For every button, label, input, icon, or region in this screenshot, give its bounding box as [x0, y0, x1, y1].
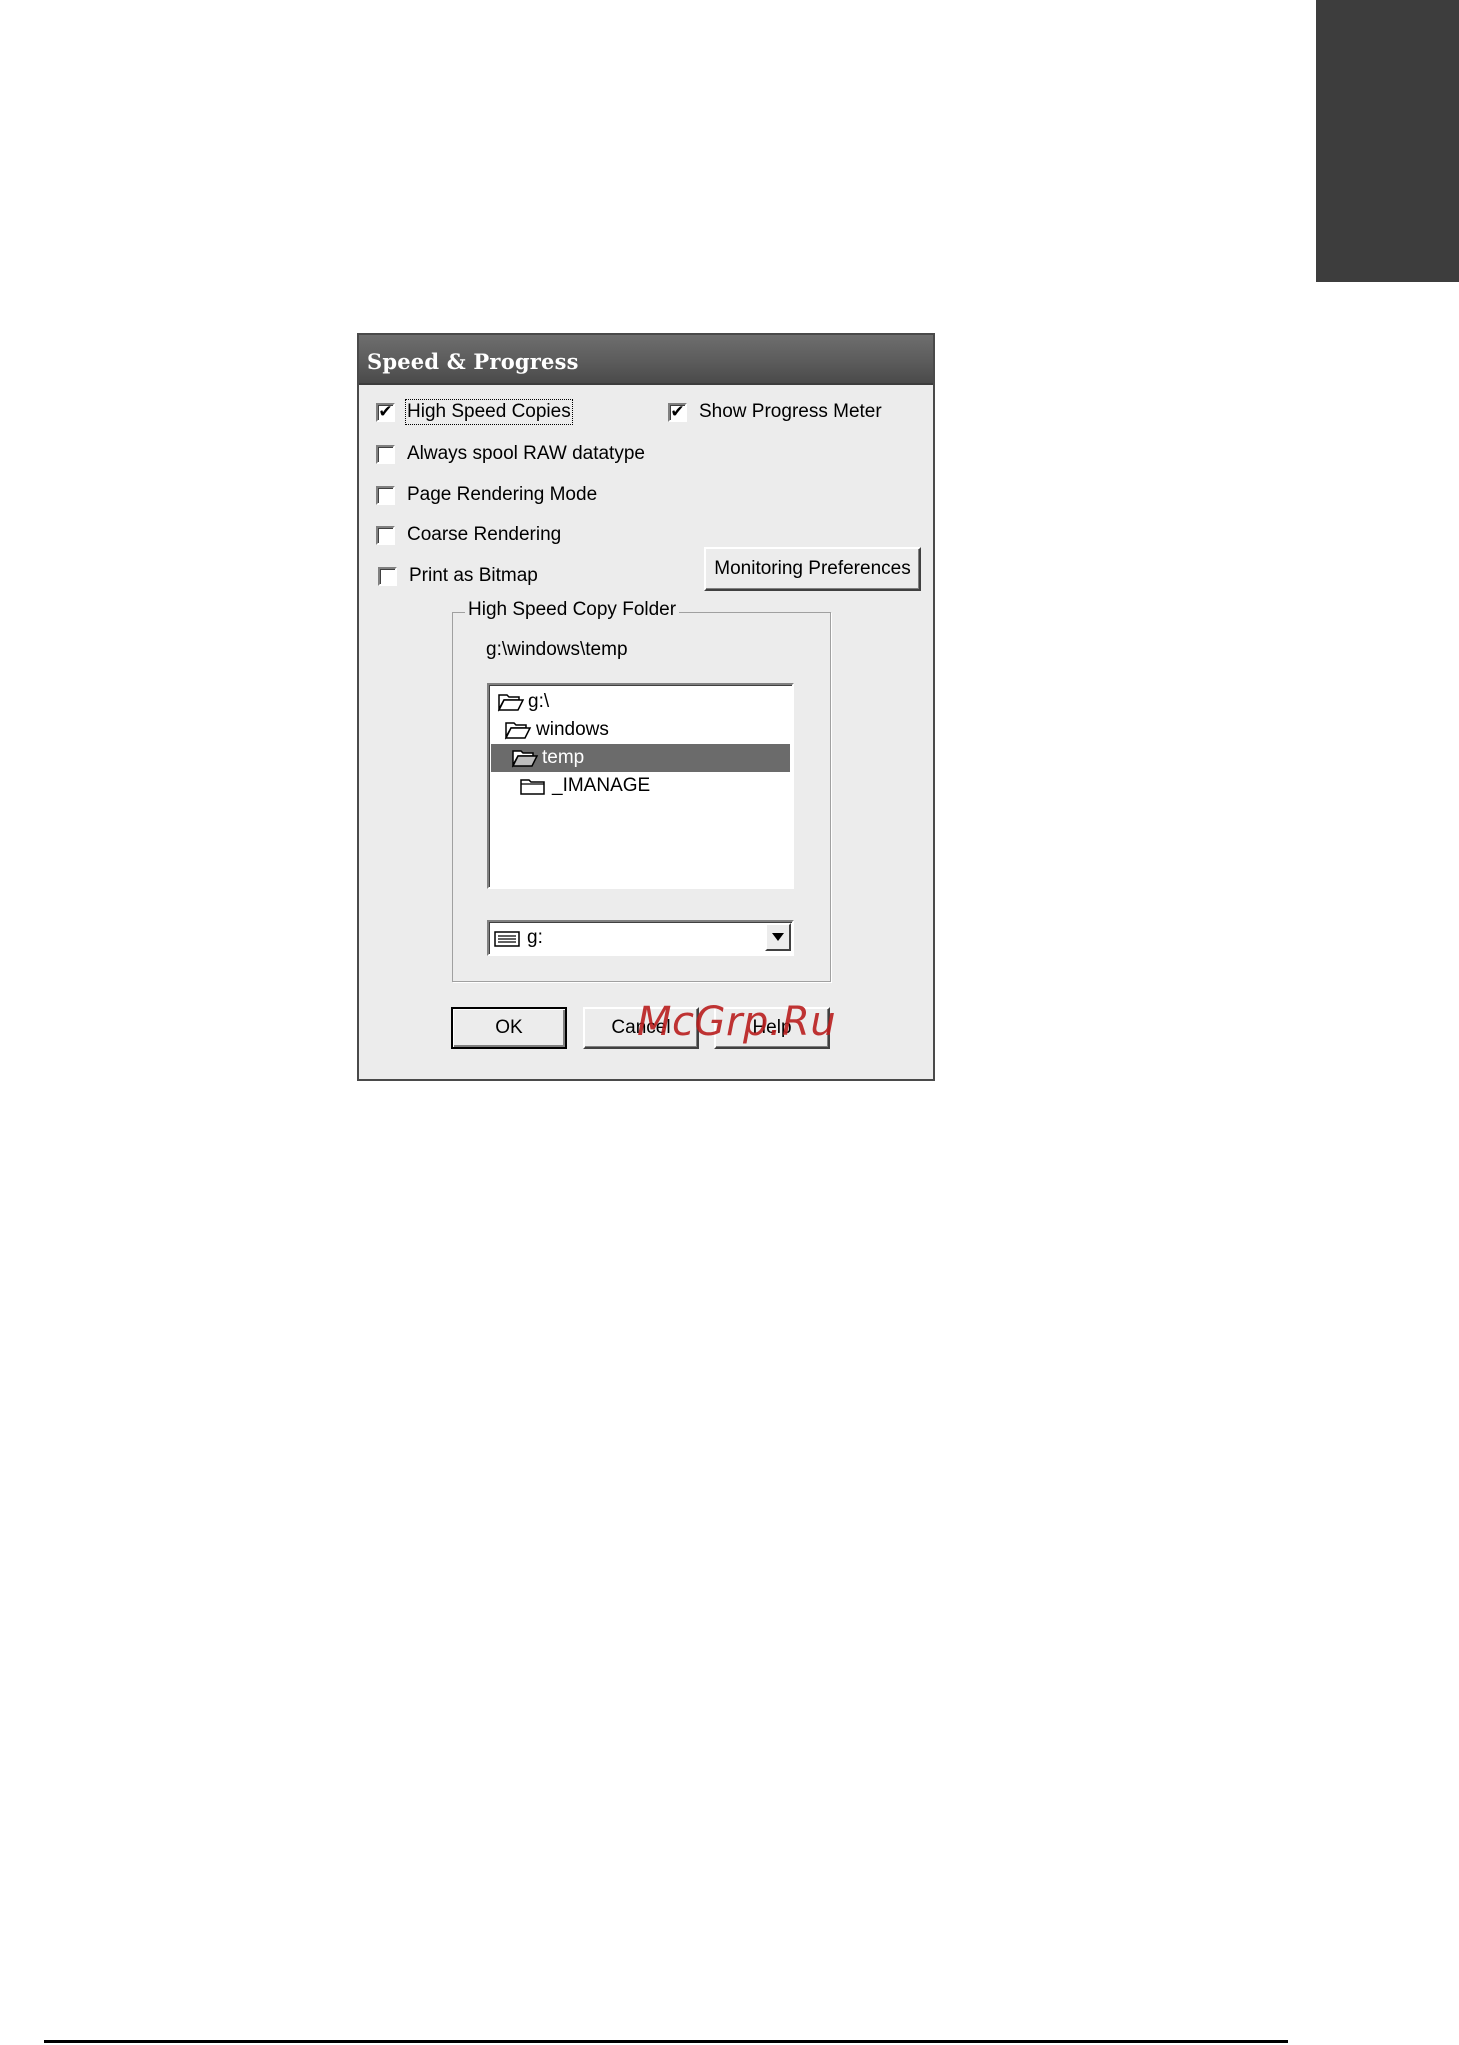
drive-select[interactable]: g:	[487, 920, 794, 956]
print-as-bitmap-option[interactable]: Print as Bitmap	[378, 565, 538, 587]
tree-item-label: _IMANAGE	[552, 775, 651, 796]
current-path: g:\windows\temp	[486, 639, 628, 660]
show-progress-meter-option[interactable]: ✔ Show Progress Meter	[668, 401, 882, 423]
coarse-rendering-label: Coarse Rendering	[407, 524, 562, 545]
dialog-title: Speed & Progress	[367, 349, 579, 374]
always-spool-raw-option[interactable]: Always spool RAW datatype	[376, 443, 645, 465]
monitoring-preferences-button[interactable]: Monitoring Preferences	[704, 547, 921, 591]
show-progress-meter-checkbox[interactable]: ✔	[668, 401, 687, 422]
bottom-rule	[44, 2040, 1288, 2043]
title-bar: Speed & Progress	[359, 335, 933, 385]
print-as-bitmap-checkbox[interactable]	[378, 566, 397, 586]
page-rendering-mode-option[interactable]: Page Rendering Mode	[376, 484, 597, 506]
drive-dropdown-button[interactable]	[765, 923, 791, 951]
group-legend: High Speed Copy Folder	[465, 599, 680, 621]
always-spool-raw-checkbox[interactable]	[376, 444, 395, 464]
tree-item-label: temp	[542, 747, 585, 768]
checkmark-icon: ✔	[378, 401, 393, 422]
open-folder-icon	[497, 694, 525, 712]
open-folder-icon	[504, 722, 532, 740]
page-rendering-mode-label: Page Rendering Mode	[407, 484, 598, 505]
high-speed-copies-checkbox[interactable]: ✔	[376, 401, 395, 422]
tree-item-root[interactable]: g:\	[497, 688, 549, 716]
tree-item-imanage[interactable]: _IMANAGE	[519, 772, 650, 800]
tree-item-windows[interactable]: windows	[504, 716, 609, 744]
always-spool-raw-label: Always spool RAW datatype	[407, 443, 645, 464]
speed-progress-dialog: Speed & Progress ✔ High Speed Copies ✔ S…	[357, 333, 935, 1081]
show-progress-meter-label: Show Progress Meter	[699, 401, 882, 422]
folder-tree[interactable]: g:\ windows temp _IMANAGE	[487, 683, 794, 889]
folder-icon	[520, 779, 545, 795]
high-speed-copies-label: High Speed Copies	[405, 399, 573, 425]
drive-select-value: g:	[527, 927, 543, 948]
watermark: McGrp.Ru	[637, 999, 837, 1045]
page-side-tab	[1316, 0, 1459, 282]
tree-item-label: windows	[536, 719, 609, 740]
chevron-down-icon	[772, 933, 784, 941]
open-folder-icon	[511, 750, 539, 768]
high-speed-copies-option[interactable]: ✔ High Speed Copies	[376, 399, 573, 425]
ok-button[interactable]: OK	[451, 1007, 567, 1049]
print-as-bitmap-label: Print as Bitmap	[409, 565, 538, 586]
tree-item-label: g:\	[528, 691, 550, 712]
coarse-rendering-checkbox[interactable]	[376, 525, 395, 545]
drive-icon	[494, 931, 520, 947]
coarse-rendering-option[interactable]: Coarse Rendering	[376, 524, 561, 546]
checkmark-icon: ✔	[670, 401, 685, 422]
page-rendering-mode-checkbox[interactable]	[376, 485, 395, 505]
tree-item-temp[interactable]: temp	[491, 744, 790, 772]
